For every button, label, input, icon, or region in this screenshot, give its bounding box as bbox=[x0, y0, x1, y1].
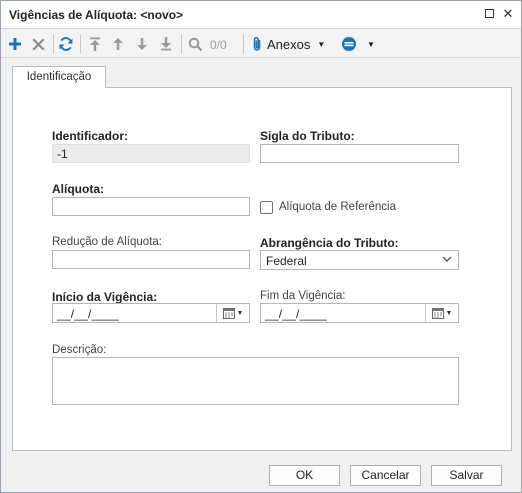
save-button[interactable]: Salvar bbox=[431, 465, 502, 486]
fim-vigencia-datefield[interactable]: __/__/____ ▼ bbox=[260, 303, 459, 323]
abrangencia-tributo-select[interactable]: Federal bbox=[260, 250, 459, 270]
chevron-down-icon: ▼ bbox=[236, 309, 244, 317]
identificador-label: Identificador: bbox=[52, 129, 129, 143]
fim-vigencia-value: __/__/____ bbox=[265, 307, 328, 321]
abrangencia-selected-value: Federal bbox=[266, 254, 307, 268]
chevron-down-icon: ▼ bbox=[445, 309, 453, 317]
add-icon[interactable] bbox=[6, 35, 24, 53]
calendar-icon bbox=[222, 308, 235, 319]
descricao-textarea[interactable] bbox=[52, 357, 459, 405]
maximize-icon[interactable] bbox=[482, 7, 496, 21]
chevron-down-icon: ▼ bbox=[317, 39, 326, 49]
dialog-footer: OK Cancelar Salvar bbox=[1, 456, 521, 492]
sigla-tributo-input[interactable] bbox=[260, 144, 459, 163]
aliquota-referencia-checkbox[interactable] bbox=[260, 201, 273, 214]
search-icon[interactable] bbox=[186, 35, 204, 53]
options-icon bbox=[342, 37, 356, 51]
aliquota-referencia-label: Alíquota de Referência bbox=[279, 201, 396, 213]
cancel-button[interactable]: Cancelar bbox=[350, 465, 421, 486]
move-up-icon[interactable] bbox=[109, 35, 127, 53]
aliquota-label: Alíquota: bbox=[52, 182, 104, 196]
delete-icon[interactable] bbox=[29, 35, 47, 53]
options-menu-button[interactable]: ▼ bbox=[341, 34, 375, 54]
identificador-field: -1 bbox=[52, 144, 250, 163]
anexos-label: Anexos bbox=[267, 36, 311, 52]
ok-button[interactable]: OK bbox=[269, 465, 340, 486]
inicio-vigencia-datefield[interactable]: __/__/____ ▼ bbox=[52, 303, 250, 323]
close-icon[interactable]: ✕ bbox=[501, 7, 515, 21]
descricao-label: Descrição: bbox=[52, 344, 107, 356]
aliquota-input[interactable] bbox=[52, 197, 250, 216]
inicio-vigencia-label: Início da Vigência: bbox=[52, 290, 158, 304]
toolbar: 0/0 Anexos ▼ ▼ bbox=[1, 30, 521, 58]
inicio-vigencia-value: __/__/____ bbox=[57, 307, 120, 321]
chevron-down-icon: ▼ bbox=[367, 39, 375, 49]
window-title: Vigências de Alíquota: <novo> bbox=[9, 8, 184, 22]
paperclip-icon bbox=[253, 36, 261, 51]
move-top-icon[interactable] bbox=[86, 35, 104, 53]
calendar-button[interactable]: ▼ bbox=[216, 304, 249, 322]
move-bottom-icon[interactable] bbox=[157, 35, 175, 53]
move-down-icon[interactable] bbox=[133, 35, 151, 53]
record-counter: 0/0 bbox=[210, 38, 227, 52]
dialog-window: Vigências de Alíquota: <novo> ✕ 0/0 Anex… bbox=[0, 0, 522, 493]
title-bar: Vigências de Alíquota: <novo> ✕ bbox=[1, 1, 521, 29]
anexos-menu-button[interactable]: Anexos ▼ bbox=[251, 34, 325, 54]
chevron-down-icon bbox=[442, 254, 452, 267]
reducao-aliquota-input[interactable] bbox=[52, 250, 250, 269]
calendar-icon bbox=[431, 308, 444, 319]
tab-identificacao[interactable]: Identificação bbox=[12, 66, 106, 88]
fim-vigencia-label: Fim da Vigência: bbox=[260, 290, 346, 302]
reducao-aliquota-label: Redução de Alíquota: bbox=[52, 236, 162, 248]
sigla-tributo-label: Sigla do Tributo: bbox=[260, 129, 355, 143]
calendar-button[interactable]: ▼ bbox=[425, 304, 458, 322]
refresh-icon[interactable] bbox=[57, 35, 75, 53]
abrangencia-tributo-label: Abrangência do Tributo: bbox=[260, 236, 399, 250]
